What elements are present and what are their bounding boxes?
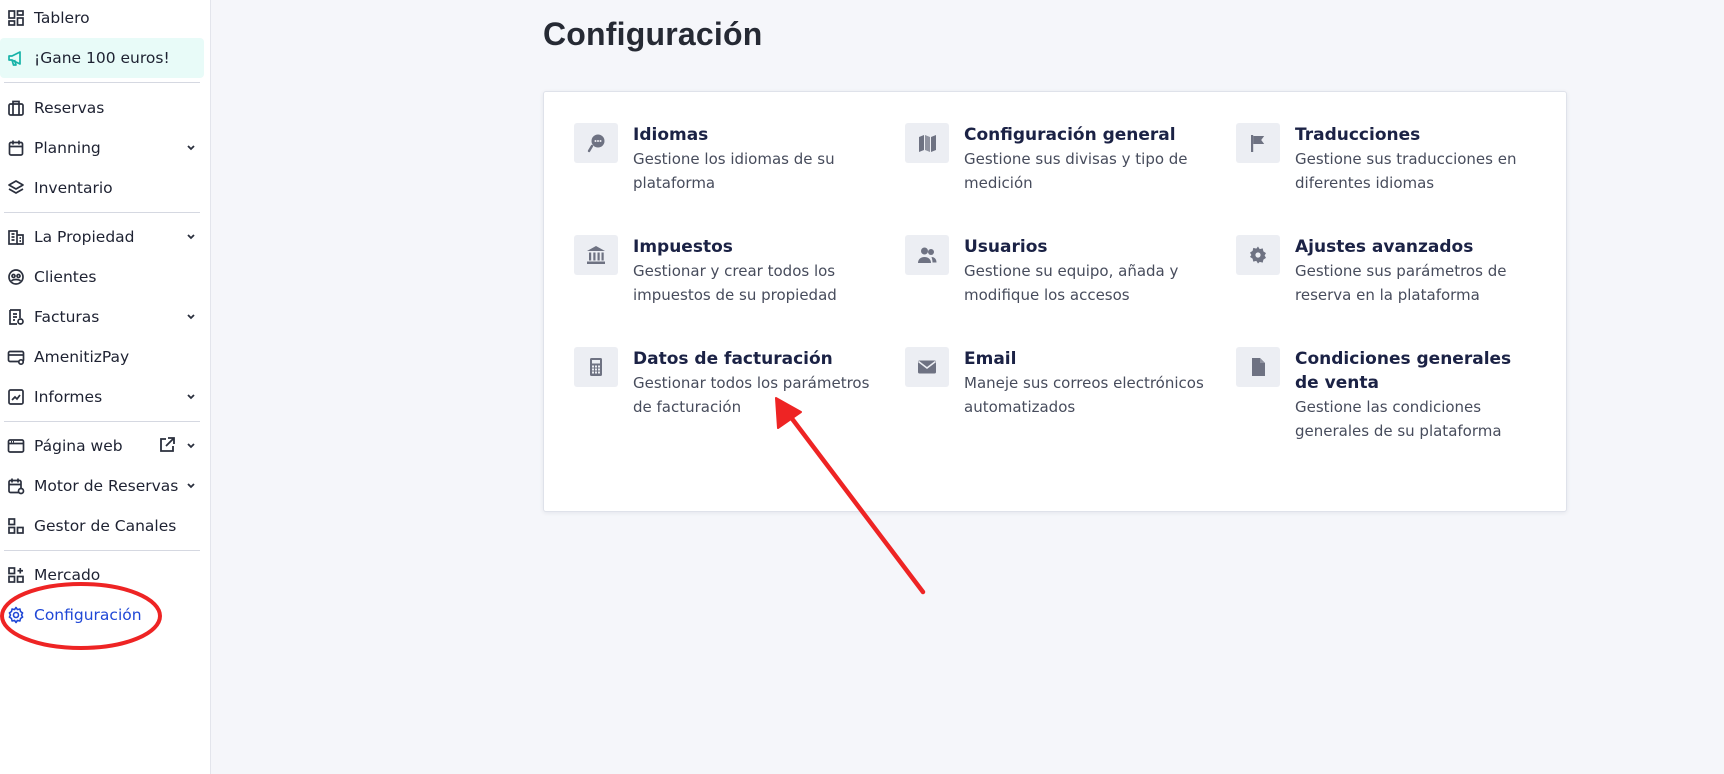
sidebar-item-pagina-web[interactable]: Página web [0, 426, 204, 466]
sidebar-item-label: Inventario [34, 179, 113, 197]
sidebar-item-label: Clientes [34, 268, 97, 286]
tile-title: Condiciones generales de venta [1295, 349, 1512, 393]
tile-description: Gestionar todos los parámetros de factur… [633, 374, 870, 416]
sidebar-item-label: Facturas [34, 308, 100, 326]
chevron-down-icon[interactable] [184, 140, 198, 154]
tile-description: Gestione las condiciones generales de su… [1295, 398, 1502, 440]
bank-icon [574, 235, 618, 275]
chevron-down-icon[interactable] [184, 478, 198, 492]
sidebar-item-label: Tablero [34, 9, 90, 27]
chat-icon [574, 123, 618, 163]
sidebar-item-referral[interactable]: ¡Gane 100 euros! [0, 38, 204, 78]
tile-ajustes-avanzados[interactable]: Ajustes avanzados Gestione sus parámetro… [1236, 235, 1546, 315]
card-icon [6, 347, 26, 367]
envelope-icon [905, 347, 949, 387]
tile-title: Idiomas [633, 125, 709, 145]
dashboard-icon [6, 8, 26, 28]
tile-impuestos[interactable]: Impuestos Gestionar y crear todos los im… [574, 235, 884, 315]
tile-title: Datos de facturación [633, 349, 833, 369]
tile-title: Configuración general [964, 125, 1176, 145]
chevron-down-icon[interactable] [184, 229, 198, 243]
sidebar: Tablero ¡Gane 100 euros! Reservas Planni… [0, 0, 211, 774]
calendar-icon [6, 138, 26, 158]
tile-condiciones-generales[interactable]: Condiciones generales de venta Gestione … [1236, 347, 1546, 451]
sidebar-item-label: Configuración [34, 606, 142, 624]
external-link-icon[interactable] [158, 436, 176, 454]
tile-configuracion-general[interactable]: Configuración general Gestione sus divis… [905, 123, 1215, 203]
chevron-down-icon[interactable] [184, 309, 198, 323]
tile-description: Gestione su equipo, añada y modifique lo… [964, 262, 1179, 304]
sidebar-item-gestor-de-canales[interactable]: Gestor de Canales [0, 506, 204, 546]
cog-icon [1236, 235, 1280, 275]
chart-icon [6, 387, 26, 407]
sidebar-item-configuracion[interactable]: Configuración [0, 595, 204, 635]
suitcase-icon [6, 98, 26, 118]
tile-description: Gestione sus divisas y tipo de medición [964, 150, 1188, 192]
sidebar-item-la-propiedad[interactable]: La Propiedad [0, 217, 204, 257]
gear-icon [6, 605, 26, 625]
sidebar-item-facturas[interactable]: Facturas [0, 297, 204, 337]
sidebar-item-label: Reservas [34, 99, 105, 117]
tile-description: Gestione sus traducciones en diferentes … [1295, 150, 1517, 192]
sidebar-item-label: Mercado [34, 566, 101, 584]
settings-card: Idiomas Gestione los idiomas de su plata… [543, 91, 1567, 512]
building-icon [6, 227, 26, 247]
sidebar-divider [4, 212, 200, 213]
tile-description: Gestionar y crear todos los impuestos de… [633, 262, 837, 304]
tile-title: Usuarios [964, 237, 1048, 257]
sidebar-item-clientes[interactable]: Clientes [0, 257, 204, 297]
sidebar-item-label: La Propiedad [34, 228, 135, 246]
layers-icon [6, 178, 26, 198]
chevron-down-icon[interactable] [184, 389, 198, 403]
map-icon [905, 123, 949, 163]
tile-title: Traducciones [1295, 125, 1421, 145]
tile-title: Impuestos [633, 237, 733, 257]
sidebar-item-label: Gestor de Canales [34, 517, 177, 535]
tile-idiomas[interactable]: Idiomas Gestione los idiomas de su plata… [574, 123, 884, 203]
sidebar-item-motor-de-reservas[interactable]: Motor de Reservas [0, 466, 204, 506]
tile-traducciones[interactable]: Traducciones Gestione sus traducciones e… [1236, 123, 1546, 203]
sidebar-item-informes[interactable]: Informes [0, 377, 204, 417]
tile-title: Email [964, 349, 1017, 369]
sidebar-item-tablero[interactable]: Tablero [0, 0, 204, 38]
invoice-icon [6, 307, 26, 327]
sidebar-item-label: ¡Gane 100 euros! [34, 49, 170, 67]
sidebar-item-amenitizpay[interactable]: AmenitizPay [0, 337, 204, 377]
sidebar-item-inventario[interactable]: Inventario [0, 168, 204, 208]
tile-title: Ajustes avanzados [1295, 237, 1474, 257]
sidebar-item-label: AmenitizPay [34, 348, 130, 366]
sidebar-item-label: Planning [34, 139, 101, 157]
sidebar-item-label: Motor de Reservas [34, 477, 179, 495]
sidebar-divider [4, 82, 200, 83]
page-title: Configuración [543, 16, 763, 52]
users-icon [905, 235, 949, 275]
calculator-icon [574, 347, 618, 387]
megaphone-icon [6, 48, 26, 68]
tile-email[interactable]: Email Maneje sus correos electrónicos au… [905, 347, 1215, 427]
channels-icon [6, 516, 26, 536]
sidebar-divider [4, 550, 200, 551]
sidebar-divider [4, 421, 200, 422]
tile-datos-de-facturacion[interactable]: Datos de facturación Gestionar todos los… [574, 347, 884, 427]
guests-icon [6, 267, 26, 287]
sidebar-item-label: Informes [34, 388, 103, 406]
sidebar-item-reservas[interactable]: Reservas [0, 88, 204, 128]
tile-description: Maneje sus correos electrónicos automati… [964, 374, 1204, 416]
browser-icon [6, 436, 26, 456]
sidebar-item-planning[interactable]: Planning [0, 128, 204, 168]
tile-description: Gestione los idiomas de su plataforma [633, 150, 835, 192]
chevron-down-icon[interactable] [184, 438, 198, 452]
document-icon [1236, 347, 1280, 387]
booking-engine-icon [6, 476, 26, 496]
flag-icon [1236, 123, 1280, 163]
sidebar-item-label: Página web [34, 437, 123, 455]
tile-description: Gestione sus parámetros de reserva en la… [1295, 262, 1507, 304]
tile-usuarios[interactable]: Usuarios Gestione su equipo, añada y mod… [905, 235, 1215, 315]
market-icon [6, 565, 26, 585]
sidebar-item-mercado[interactable]: Mercado [0, 555, 204, 595]
